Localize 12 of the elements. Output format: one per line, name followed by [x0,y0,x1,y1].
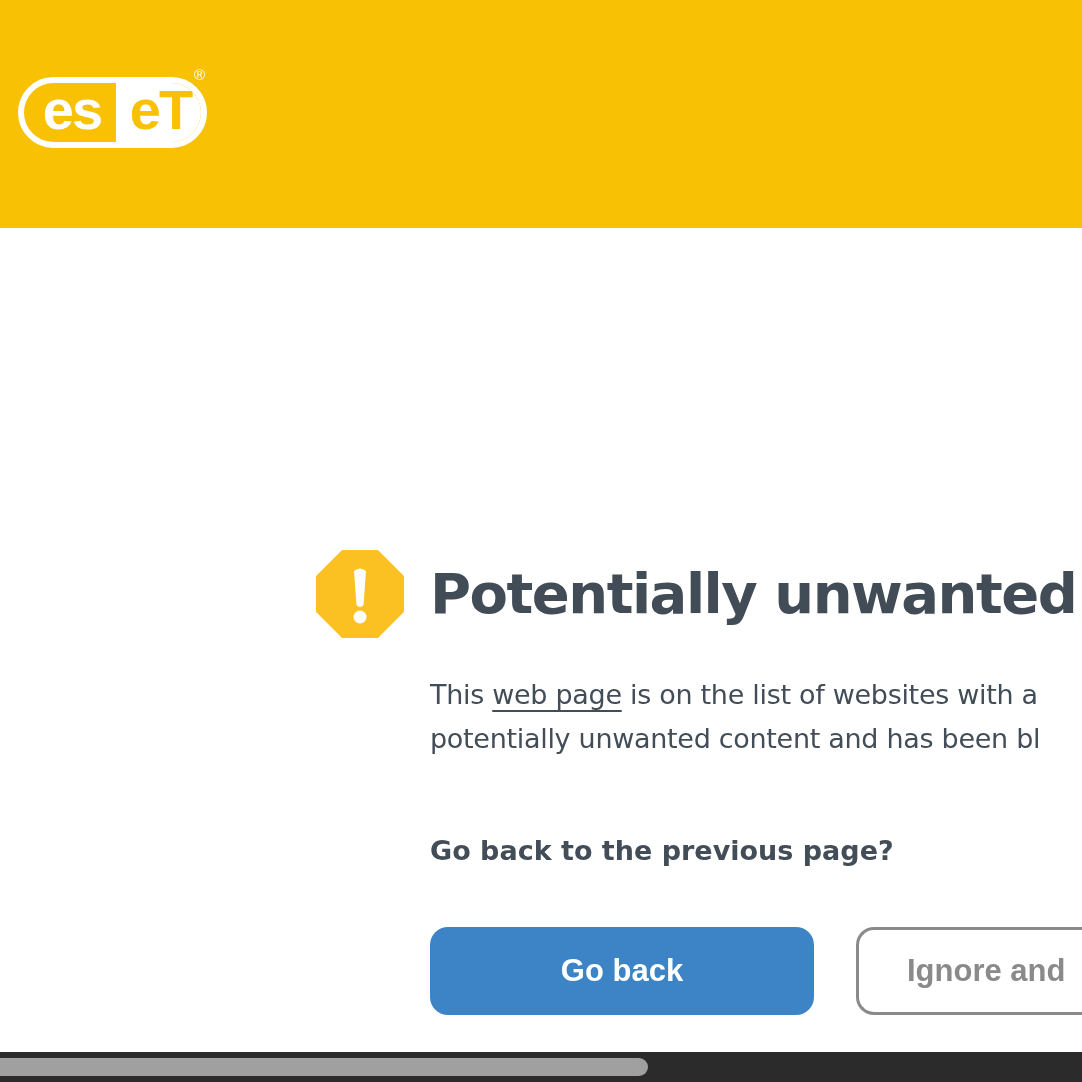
logo-text: eT [116,83,201,142]
registered-mark: ® [194,67,206,82]
question-text: Go back to the previous page? [430,834,895,868]
logo-text: es [41,83,103,142]
description-text: This web page is on the list of websites with a potentially unwanted content and has been bl [430,678,1042,756]
web-page-link[interactable]: web page [492,679,622,710]
go-back-button[interactable]: Go back [430,927,814,1015]
scrollbar-thumb[interactable] [0,1058,648,1076]
ignore-button[interactable]: Ignore and [856,927,1082,1015]
warning-icon [316,550,404,638]
alert-title: Potentially unwanted [430,560,1078,628]
horizontal-scrollbar[interactable] [0,1052,1082,1082]
